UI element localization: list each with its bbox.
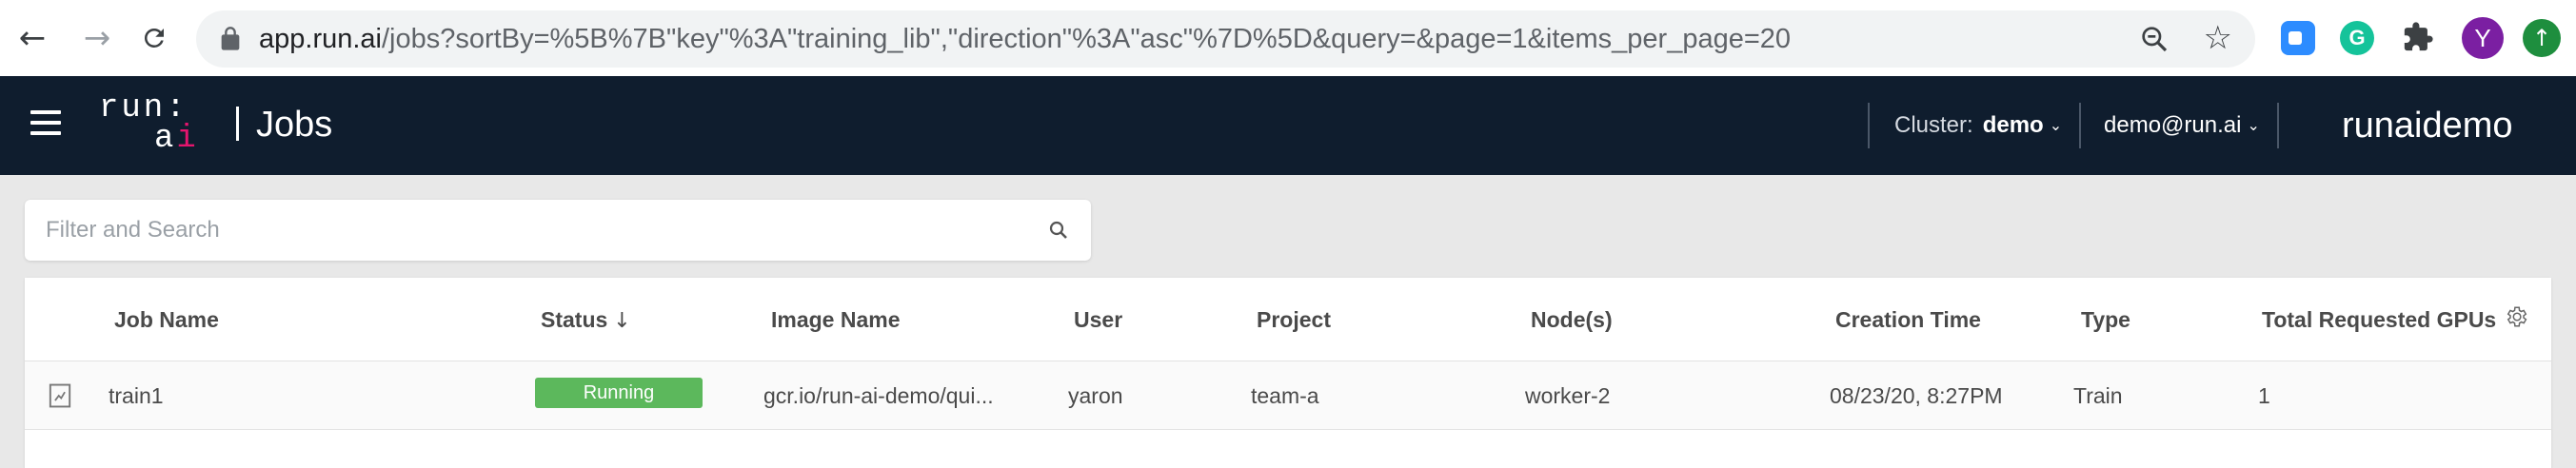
back-icon[interactable]: ← — [11, 17, 53, 59]
table-header: Job Name Status ↓ Image Name User Project… — [25, 278, 2551, 361]
logo-bottom-text: ai — [99, 121, 204, 157]
cluster-selector[interactable]: Cluster: demo ⌄ — [1894, 76, 2062, 175]
cluster-label: Cluster: — [1894, 112, 1973, 138]
lock-icon — [221, 27, 240, 50]
cluster-value: demo — [1982, 112, 2044, 138]
column-header-nodes[interactable]: Node(s) — [1531, 278, 1613, 361]
column-header-creation-time[interactable]: Creation Time — [1835, 278, 1981, 361]
cell-creation-time: 08/23/20, 8:27PM — [1830, 383, 2003, 408]
header-divider — [2079, 103, 2081, 148]
cell-nodes: worker-2 — [1525, 383, 1611, 408]
grammarly-letter: G — [2348, 26, 2366, 49]
column-header-total-gpus[interactable]: Total Requested GPUs — [2262, 278, 2496, 361]
hamburger-menu-icon[interactable] — [30, 110, 61, 135]
bookmark-star-icon[interactable]: ☆ — [2204, 21, 2232, 55]
chevron-down-icon: ⌄ — [2049, 116, 2063, 134]
gear-icon[interactable] — [2504, 304, 2528, 329]
url-text: app.run.ai/jobs?sortBy=%5B%7B"key"%3A"tr… — [259, 10, 1791, 68]
column-header-job-name[interactable]: Job Name — [114, 278, 219, 361]
profile-avatar[interactable]: Y — [2462, 17, 2504, 59]
status-header-label: Status — [541, 307, 608, 332]
status-badge: Running — [535, 378, 703, 408]
cell-type: Train — [2073, 383, 2123, 408]
sort-down-arrow-icon: ↓ — [613, 309, 631, 333]
table-row[interactable]: train1 Running gcr.io/run-ai-demo/qui...… — [25, 361, 2551, 430]
zoom-extension-icon[interactable] — [2281, 21, 2315, 55]
column-header-image-name[interactable]: Image Name — [771, 278, 901, 361]
column-header-type[interactable]: Type — [2081, 278, 2130, 361]
cell-job-name[interactable]: train1 — [109, 361, 164, 430]
cell-image-name: gcr.io/run-ai-demo/qui... — [763, 383, 994, 408]
search-input[interactable] — [46, 200, 1017, 261]
url-path: /jobs?sortBy=%5B%7B"key"%3A"training_lib… — [382, 24, 1792, 54]
address-bar[interactable]: app.run.ai/jobs?sortBy=%5B%7B"key"%3A"tr… — [196, 10, 2255, 68]
cell-total-gpus: 1 — [2258, 383, 2270, 408]
header-divider — [1868, 103, 1870, 148]
extensions-puzzle-icon[interactable] — [2401, 21, 2435, 55]
chevron-down-icon: ⌄ — [2247, 116, 2260, 134]
grammarly-extension-icon[interactable]: G — [2340, 21, 2374, 55]
logo-bottom-a: a — [154, 121, 177, 157]
logo-top-text: run: — [99, 90, 188, 127]
job-type-icon — [49, 383, 71, 408]
zoom-out-icon[interactable] — [2139, 24, 2170, 54]
page-title-text: Jobs — [256, 105, 333, 145]
user-email: demo@run.ai — [2104, 112, 2242, 138]
filter-search-box — [25, 200, 1091, 261]
update-arrow-icon[interactable]: ↑ — [2523, 19, 2561, 57]
search-icon[interactable] — [1047, 219, 1070, 242]
url-host: app.run.ai — [259, 24, 382, 54]
column-header-project[interactable]: Project — [1257, 278, 1331, 361]
forward-icon[interactable]: → — [76, 17, 118, 59]
cell-user: yaron — [1068, 383, 1123, 408]
header-divider — [2277, 103, 2279, 148]
page-title: Jobs — [236, 99, 332, 150]
reload-icon[interactable] — [133, 17, 175, 59]
logo-bottom-i: i — [176, 121, 199, 157]
jobs-table: Job Name Status ↓ Image Name User Project… — [25, 278, 2551, 468]
title-separator — [236, 106, 239, 141]
app-header: run: ai Jobs Cluster: demo ⌄ demo@run.ai ⌄ … — [0, 76, 2576, 175]
column-header-user[interactable]: User — [1074, 278, 1122, 361]
runai-logo[interactable]: run: ai — [99, 90, 204, 158]
browser-toolbar: ← → app.run.ai/jobs?sortBy=%5B%7B"key"%3… — [0, 0, 2576, 76]
tenant-name: runaidemo — [2342, 106, 2513, 146]
user-menu[interactable]: demo@run.ai ⌄ — [2104, 76, 2260, 175]
column-header-status[interactable]: Status ↓ — [541, 278, 631, 361]
cell-project: team-a — [1251, 383, 1319, 408]
